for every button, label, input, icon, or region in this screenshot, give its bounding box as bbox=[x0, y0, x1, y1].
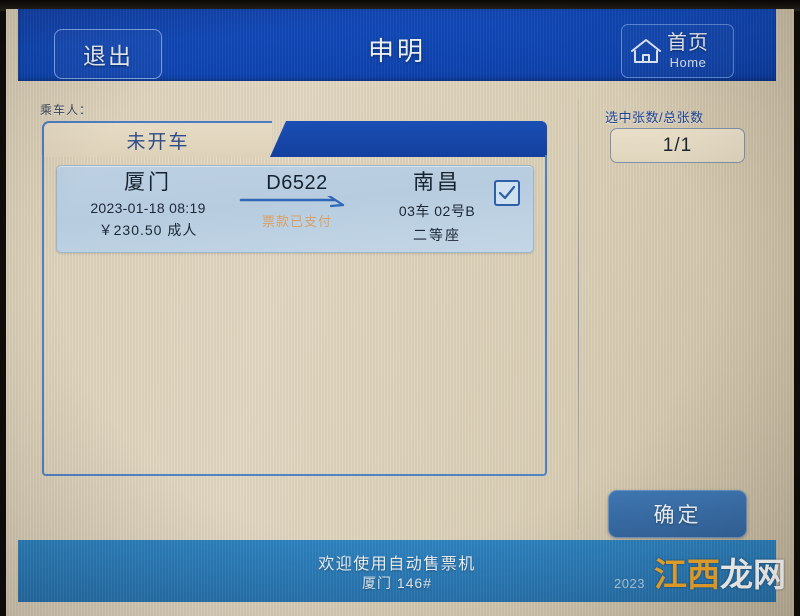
main-content: 乘车人： 未开车 厦门 2023-01-18 08:19 ￥230.50 成人 … bbox=[18, 81, 776, 540]
ticket-row[interactable]: 厦门 2023-01-18 08:19 ￥230.50 成人 D6522 票款已… bbox=[56, 165, 534, 253]
home-button-label-cn: 首页 bbox=[667, 32, 709, 54]
selected-count-value: 1/1 bbox=[610, 128, 745, 163]
ticket-list: 厦门 2023-01-18 08:19 ￥230.50 成人 D6522 票款已… bbox=[42, 155, 547, 476]
confirm-button[interactable]: 确定 bbox=[608, 490, 747, 538]
ticket-train-number: D6522 bbox=[266, 172, 328, 194]
tab-not-departed[interactable]: 未开车 bbox=[42, 121, 272, 157]
kiosk-screen: 退出 申明 首页 Home 乘车人： 未开车 厦门 2023-01-18 08:… bbox=[18, 9, 776, 609]
kiosk-photo: 退出 申明 首页 Home 乘车人： 未开车 厦门 2023-01-18 08:… bbox=[0, 0, 800, 616]
ticket-train-block: D6522 票款已支付 bbox=[227, 171, 367, 230]
panel-divider bbox=[578, 99, 579, 529]
watermark-part-a: 江西 bbox=[654, 555, 720, 594]
ticket-origin-city: 厦门 bbox=[124, 171, 172, 194]
ticket-price: ￥230.50 成人 bbox=[98, 222, 198, 238]
ticket-departure-datetime: 2023-01-18 08:19 bbox=[90, 200, 206, 216]
selected-count-label: 选中张数/总张数 bbox=[605, 110, 704, 125]
direction-arrow-icon bbox=[239, 190, 355, 210]
watermark: 江西龙网 bbox=[654, 558, 786, 591]
tab-bar-filler bbox=[270, 121, 547, 157]
ticket-select-checkbox[interactable] bbox=[494, 180, 520, 206]
page-title: 申明 bbox=[367, 36, 426, 66]
home-icon bbox=[629, 36, 663, 66]
ticket-list-panel: 未开车 厦门 2023-01-18 08:19 ￥230.50 成人 D6522… bbox=[42, 121, 547, 476]
confirm-button-label: 确定 bbox=[653, 504, 702, 527]
ticket-destination-block: 南昌 03车 02号B 二等座 bbox=[377, 171, 497, 245]
tab-bar: 未开车 bbox=[42, 121, 547, 157]
ticket-paid-status: 票款已支付 bbox=[261, 214, 332, 229]
exit-button[interactable]: 退出 bbox=[54, 29, 162, 79]
selected-count-text: 1/1 bbox=[662, 134, 693, 156]
ticket-seat-class: 二等座 bbox=[413, 227, 461, 243]
app-header: 退出 申明 首页 Home bbox=[18, 9, 776, 81]
home-button-labels: 首页 Home bbox=[667, 33, 709, 69]
footer-date-text: 2023 bbox=[614, 576, 645, 591]
exit-button-label: 退出 bbox=[83, 43, 133, 69]
check-icon bbox=[496, 182, 518, 204]
watermark-part-b: 龙网 bbox=[720, 555, 786, 594]
tab-not-departed-label: 未开车 bbox=[126, 131, 190, 153]
home-button[interactable]: 首页 Home bbox=[621, 24, 734, 78]
ticket-origin-block: 厦门 2023-01-18 08:19 ￥230.50 成人 bbox=[63, 171, 233, 240]
ticket-destination-city: 南昌 bbox=[413, 171, 461, 194]
passenger-label: 乘车人： bbox=[40, 103, 93, 117]
home-button-label-en: Home bbox=[669, 55, 707, 70]
ticket-seat: 03车 02号B bbox=[398, 203, 476, 219]
